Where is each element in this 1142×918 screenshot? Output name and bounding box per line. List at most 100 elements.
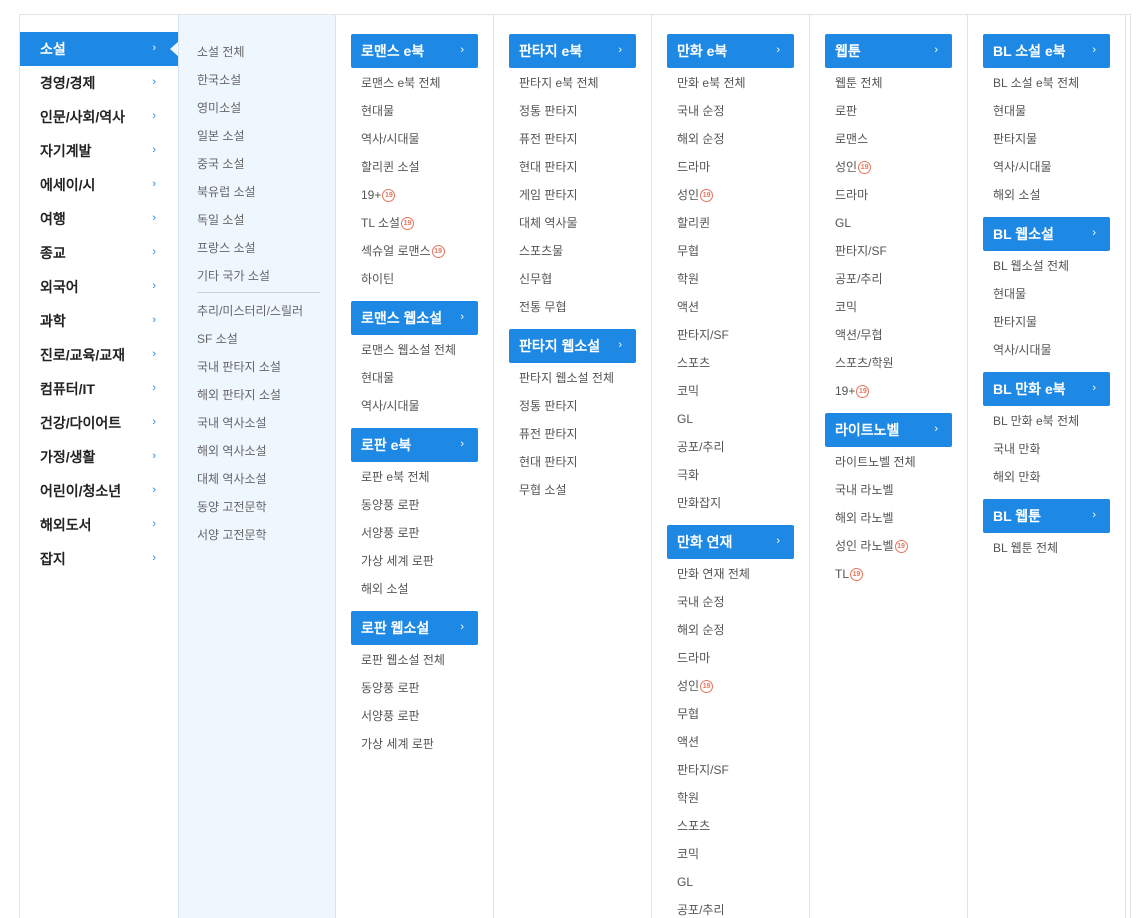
genre-item[interactable]: 판타지/SF xyxy=(677,328,729,342)
genre-item[interactable]: 드라마 xyxy=(677,160,710,174)
genre-item[interactable]: 할리퀸 xyxy=(677,216,710,230)
genre-item[interactable]: 19+ 19 xyxy=(361,188,396,202)
genre-item[interactable]: 코믹 xyxy=(835,300,857,314)
genre-item[interactable]: 현대 판타지 xyxy=(519,160,578,174)
genre-item[interactable]: 판타지 웹소설 전체 xyxy=(519,371,614,385)
genre-item[interactable]: BL 웹툰 전체 xyxy=(993,541,1058,555)
genre-item[interactable]: 판타지/SF xyxy=(835,244,887,258)
sub-category-item[interactable]: 중국 소설 xyxy=(197,157,245,171)
sub-category-item[interactable]: 기타 국가 소설 xyxy=(197,269,270,283)
genre-item[interactable]: 동양풍 로판 xyxy=(361,498,420,512)
genre-item[interactable]: 전통 무협 xyxy=(519,300,567,314)
genre-item[interactable]: 할리퀸 소설 xyxy=(361,160,420,174)
genre-item[interactable]: 해외 소설 xyxy=(993,188,1041,202)
genre-item[interactable]: 역사/시대물 xyxy=(361,399,420,413)
genre-item[interactable]: 만화 e북 전체 xyxy=(677,76,746,90)
genre-header-button[interactable]: 로맨스 웹소설 › xyxy=(351,301,478,335)
genre-item[interactable]: 드라마 xyxy=(835,188,868,202)
genre-item[interactable]: 스포츠 xyxy=(677,819,710,833)
main-category-item[interactable]: 종교 › xyxy=(20,236,178,270)
genre-item[interactable]: 액션 xyxy=(677,300,699,314)
genre-item[interactable]: GL xyxy=(677,412,693,426)
genre-item[interactable]: 현대물 xyxy=(361,104,394,118)
genre-item[interactable]: 만화 연재 전체 xyxy=(677,567,750,581)
genre-header-button[interactable]: 만화 e북 › xyxy=(667,34,794,68)
sub-category-item[interactable]: 대체 역사소설 xyxy=(197,472,267,486)
genre-header-button[interactable]: 판타지 e북 › xyxy=(509,34,636,68)
genre-item[interactable]: 학원 xyxy=(677,791,699,805)
genre-item[interactable]: 성인 19 xyxy=(677,679,714,693)
genre-item[interactable]: 동양풍 로판 xyxy=(361,681,420,695)
sub-category-item[interactable]: 동양 고전문학 xyxy=(197,500,267,514)
genre-item[interactable]: 드라마 xyxy=(677,651,710,665)
genre-item[interactable]: 역사/시대물 xyxy=(993,160,1052,174)
genre-item[interactable]: 공포/추리 xyxy=(835,272,883,286)
genre-item[interactable]: 만화잡지 xyxy=(677,496,721,510)
genre-item[interactable]: 로맨스 웹소설 전체 xyxy=(361,343,456,357)
genre-item[interactable]: 현대물 xyxy=(361,371,394,385)
genre-header-button[interactable]: BL 만화 e북 › xyxy=(983,372,1110,406)
sub-category-item[interactable]: 해외 판타지 소설 xyxy=(197,388,281,402)
genre-item[interactable]: 학원 xyxy=(677,272,699,286)
genre-header-button[interactable]: 로판 웹소설 › xyxy=(351,611,478,645)
genre-item[interactable]: BL 만화 e북 전체 xyxy=(993,414,1079,428)
main-category-item[interactable]: 진로/교육/교재 › xyxy=(20,338,178,372)
main-category-item[interactable]: 어린이/청소년 › xyxy=(20,474,178,508)
genre-item[interactable]: 무협 xyxy=(677,244,699,258)
genre-item[interactable]: 로맨스 xyxy=(835,132,868,146)
main-category-item[interactable]: 과학 › xyxy=(20,304,178,338)
genre-item[interactable]: 역사/시대물 xyxy=(361,132,420,146)
main-category-item[interactable]: 외국어 › xyxy=(20,270,178,304)
genre-item[interactable]: 서양풍 로판 xyxy=(361,526,420,540)
main-category-item[interactable]: 잡지 › xyxy=(20,542,178,576)
genre-item[interactable]: 정통 판타지 xyxy=(519,104,578,118)
genre-item[interactable]: 무협 소설 xyxy=(519,483,567,497)
genre-item[interactable]: 현대 판타지 xyxy=(519,455,578,469)
sub-category-item[interactable]: 일본 소설 xyxy=(197,129,245,143)
sub-category-item[interactable]: 프랑스 소설 xyxy=(197,241,256,255)
genre-header-button[interactable]: BL 소설 e북 › xyxy=(983,34,1110,68)
genre-header-button[interactable]: 만화 연재 › xyxy=(667,525,794,559)
genre-item[interactable]: TL 소설 19 xyxy=(361,216,414,230)
genre-header-button[interactable]: 라이트노벨 › xyxy=(825,413,952,447)
genre-item[interactable]: 해외 순정 xyxy=(677,623,725,637)
genre-item[interactable]: 스포츠/학원 xyxy=(835,356,894,370)
genre-item[interactable]: 공포/추리 xyxy=(677,440,725,454)
genre-item[interactable]: 게임 판타지 xyxy=(519,188,578,202)
genre-header-button[interactable]: 웹툰 › xyxy=(825,34,952,68)
main-category-item[interactable]: 가정/생활 › xyxy=(20,440,178,474)
genre-item[interactable]: 하이틴 xyxy=(361,272,394,286)
sub-category-item[interactable]: 서양 고전문학 xyxy=(197,528,267,542)
genre-item[interactable]: BL 소설 e북 전체 xyxy=(993,76,1079,90)
genre-item[interactable]: 현대물 xyxy=(993,287,1026,301)
genre-item[interactable]: TL 19 xyxy=(835,567,864,581)
genre-header-button[interactable]: BL 웹툰 › xyxy=(983,499,1110,533)
sub-category-item[interactable]: SF 소설 xyxy=(197,332,238,346)
genre-item[interactable]: 판타지 e북 전체 xyxy=(519,76,599,90)
genre-item[interactable]: 로판 xyxy=(835,104,857,118)
genre-item[interactable]: 로맨스 e북 전체 xyxy=(361,76,441,90)
genre-item[interactable]: 웹툰 전체 xyxy=(835,76,883,90)
genre-item[interactable]: 로판 웹소설 전체 xyxy=(361,653,445,667)
genre-item[interactable]: 무협 xyxy=(677,707,699,721)
genre-item[interactable]: 서양풍 로판 xyxy=(361,709,420,723)
genre-item[interactable]: 국내 만화 xyxy=(993,442,1041,456)
genre-item[interactable]: 퓨전 판타지 xyxy=(519,427,578,441)
genre-item[interactable]: 현대물 xyxy=(993,104,1026,118)
genre-header-button[interactable]: 판타지 웹소설 › xyxy=(509,329,636,363)
main-category-item[interactable]: 건강/다이어트 › xyxy=(20,406,178,440)
genre-item[interactable]: 라이트노벨 전체 xyxy=(835,455,916,469)
genre-item[interactable]: GL xyxy=(835,216,851,230)
sub-category-item[interactable]: 독일 소설 xyxy=(197,213,245,227)
genre-item[interactable]: 신무협 xyxy=(519,272,552,286)
genre-item[interactable]: 국내 순정 xyxy=(677,104,725,118)
genre-item[interactable]: 코믹 xyxy=(677,847,699,861)
genre-item[interactable]: 섹슈얼 로맨스 19 xyxy=(361,244,445,258)
genre-item[interactable]: 해외 라노벨 xyxy=(835,511,894,525)
genre-item[interactable]: 해외 순정 xyxy=(677,132,725,146)
genre-item[interactable]: 스포츠물 xyxy=(519,244,563,258)
genre-header-button[interactable]: BL 웹소설 › xyxy=(983,217,1110,251)
sub-category-item[interactable]: 한국소설 xyxy=(197,73,241,87)
main-category-item[interactable]: 자기계발 › xyxy=(20,134,178,168)
main-category-item[interactable]: 소설 › xyxy=(20,32,179,66)
